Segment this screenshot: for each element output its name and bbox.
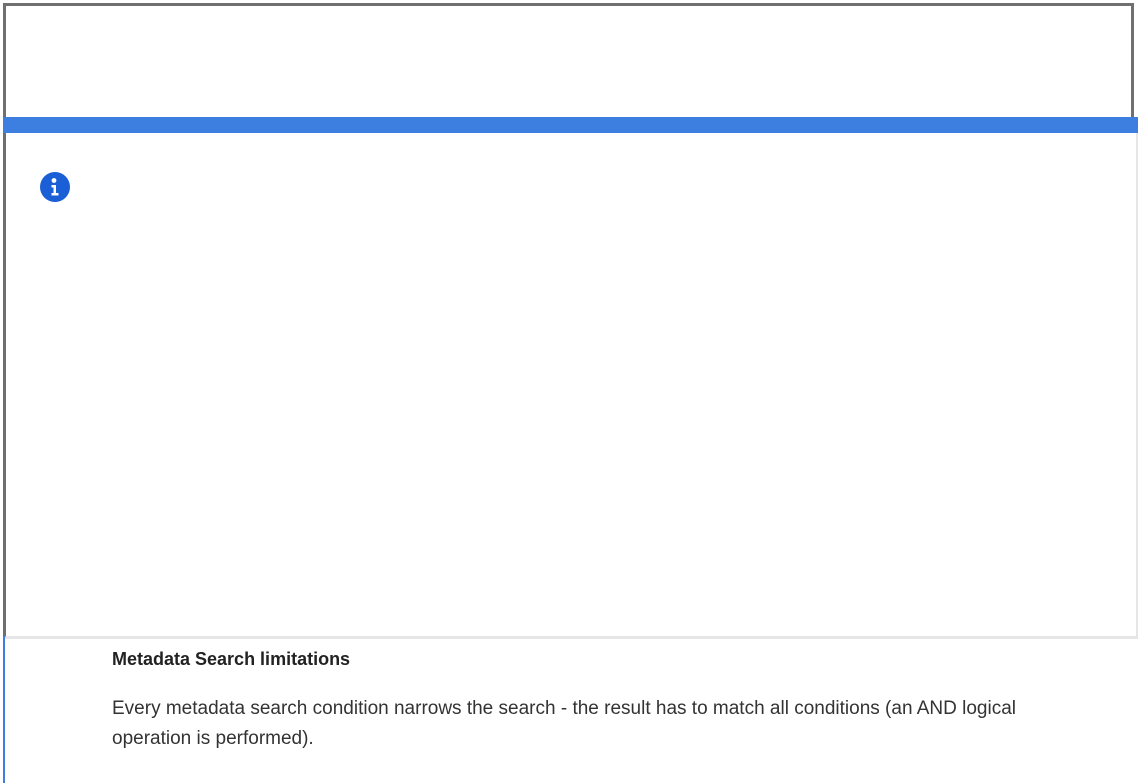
note-accent-bar xyxy=(3,117,1138,133)
note-body: Every metadata search condition narrows … xyxy=(112,698,1017,749)
note-box xyxy=(3,133,1138,639)
top-frame xyxy=(3,3,1134,120)
info-icon xyxy=(40,172,70,202)
note-left-rule xyxy=(3,636,5,783)
note-title: Metadata Search limitations xyxy=(112,649,351,669)
page: Metadata Search limitations Every metada… xyxy=(0,0,1138,783)
